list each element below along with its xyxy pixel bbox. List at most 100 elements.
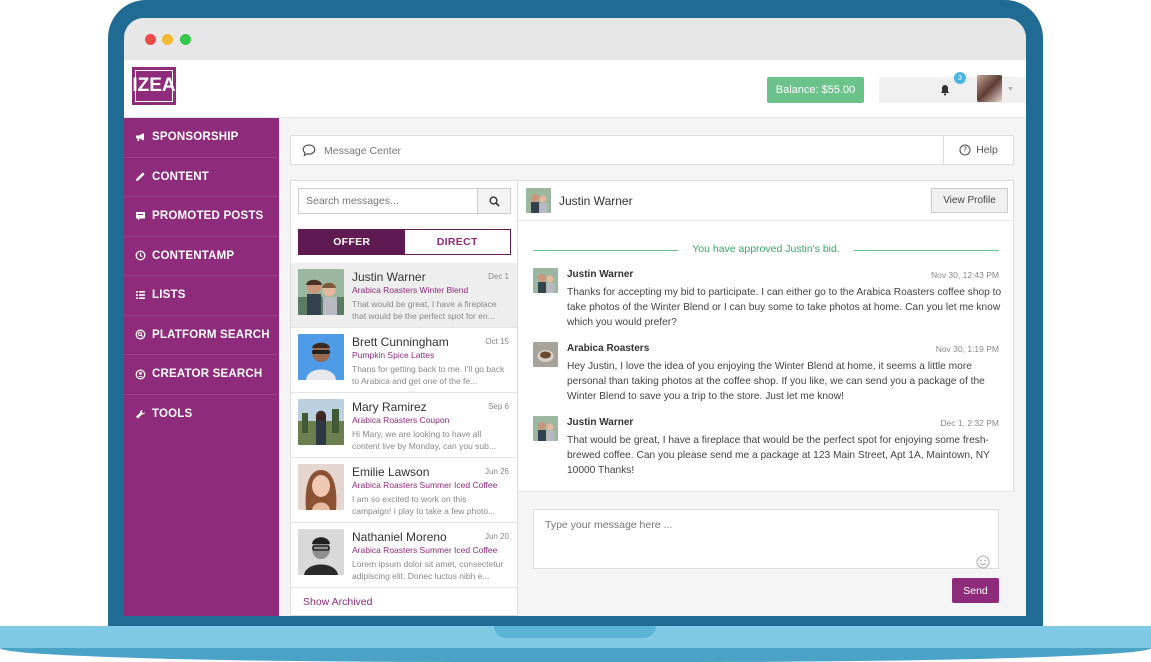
- view-profile-button[interactable]: View Profile: [931, 188, 1008, 213]
- sidebar-item-label: TOOLS: [152, 408, 193, 421]
- screen: IZEA Balance: $55.00 2 3 ▼ SPONSORSHIP: [124, 18, 1026, 616]
- sidebar-item-label: PLATFORM SEARCH: [152, 328, 270, 341]
- promoted-icon: [134, 210, 146, 222]
- conversation-preview: Hi Mary, we are looking to have all cont…: [352, 429, 496, 451]
- window-maximize-dot[interactable]: [180, 34, 191, 45]
- bell-icon: [940, 85, 950, 96]
- avatar: [298, 529, 344, 575]
- chat-header: Justin Warner View Profile: [518, 181, 1014, 221]
- show-archived-link[interactable]: Show Archived: [303, 596, 372, 608]
- megaphone-icon: [134, 131, 146, 143]
- pencil-icon: [134, 171, 146, 183]
- conversation-date: Jun 26: [484, 467, 509, 476]
- sidebar-item-creator-search[interactable]: CREATOR SEARCH: [124, 355, 279, 395]
- sidebar-item-label: PROMOTED POSTS: [152, 210, 264, 223]
- conversation-name: Emilie Lawson: [352, 465, 430, 479]
- sidebar-item-lists[interactable]: LISTS: [124, 276, 279, 316]
- search-circle-icon: [134, 329, 146, 341]
- message-sender: Justin Warner: [567, 417, 634, 428]
- conversation-preview: That would be great, I have a fireplace …: [352, 299, 497, 321]
- sidebar-item-label: CREATOR SEARCH: [152, 368, 263, 381]
- list-item[interactable]: Brett Cunningham Oct 15 Pumpkin Spice La…: [291, 328, 517, 393]
- chat-contact-name: Justin Warner: [559, 194, 633, 208]
- list-item[interactable]: Emilie Lawson Jun 26 Arabica Roasters Su…: [291, 458, 517, 523]
- send-button[interactable]: Send: [952, 578, 999, 603]
- search-button[interactable]: [477, 189, 510, 213]
- window-close-dot[interactable]: [145, 34, 156, 45]
- sidebar-item-contentamp[interactable]: CONTENTAMP: [124, 237, 279, 276]
- sidebar-item-label: LISTS: [152, 289, 186, 302]
- notifications-badge: 3: [954, 72, 966, 84]
- message-sender: Arabica Roasters: [567, 343, 650, 354]
- conversation-list-column: OFFER DIRECT Justin War: [291, 181, 518, 616]
- approved-text: You have approved Justin's bid.: [692, 243, 840, 255]
- conversation-date: Sep 6: [488, 402, 509, 411]
- message-center-title: Message Center: [324, 145, 402, 157]
- avatar: [533, 342, 558, 367]
- conversation-name: Nathaniel Moreno: [352, 530, 447, 544]
- izea-logo[interactable]: IZEA: [132, 67, 176, 105]
- laptop-notch: [494, 626, 656, 638]
- user-avatar[interactable]: [977, 75, 1002, 102]
- browser-bar: [124, 18, 1026, 60]
- avatar: [526, 188, 551, 213]
- message-input[interactable]: [533, 509, 999, 569]
- balance-button[interactable]: Balance: $55.00: [767, 77, 864, 103]
- list-item[interactable]: Mary Ramirez Sep 6 Arabica Roasters Coup…: [291, 393, 517, 458]
- avatar: [298, 464, 344, 510]
- emoji-icon[interactable]: [976, 555, 990, 574]
- sidebar-item-tools[interactable]: TOOLS: [124, 395, 279, 435]
- tab-offer[interactable]: OFFER: [299, 230, 405, 254]
- message-tabs: OFFER DIRECT: [298, 229, 511, 255]
- clock-icon: [134, 250, 146, 262]
- message-time: Nov 30, 1:19 PM: [935, 344, 999, 354]
- search-input[interactable]: [299, 189, 479, 213]
- chat-bubble-icon: [302, 144, 317, 162]
- conversation-campaign: Pumpkin Spice Lattes: [352, 350, 435, 360]
- avatar: [533, 268, 558, 293]
- messages-panel: OFFER DIRECT Justin War: [290, 180, 1014, 616]
- avatar: [298, 269, 344, 315]
- chevron-down-icon[interactable]: ▼: [1007, 86, 1014, 93]
- conversation-date: Dec 1: [488, 272, 509, 281]
- sidebar-item-content[interactable]: CONTENT: [124, 158, 279, 197]
- sidebar-item-platform-search[interactable]: PLATFORM SEARCH: [124, 316, 279, 355]
- chat-column: Justin Warner View Profile You have appr…: [518, 181, 1014, 616]
- conversation-campaign: Arabica Roasters Winter Blend: [352, 285, 469, 295]
- list-item[interactable]: Justin Warner Dec 1 Arabica Roasters Win…: [291, 263, 517, 328]
- sidebar-item-promoted-posts[interactable]: PROMOTED POSTS: [124, 197, 279, 237]
- list-item[interactable]: Nathaniel Moreno Jun 20 Arabica Roasters…: [291, 523, 517, 588]
- laptop-base-bottom: [0, 648, 1151, 662]
- laptop-base: [0, 626, 1151, 662]
- message-text: That would be great, I have a fireplace …: [567, 435, 990, 476]
- compose-area: Send: [518, 491, 1014, 616]
- sidebar-item-label: CONTENTAMP: [152, 249, 235, 262]
- conversation-campaign: Arabica Roasters Summer Iced Coffee: [352, 480, 498, 490]
- wrench-icon: [134, 408, 146, 420]
- list-icon: [134, 289, 146, 301]
- message-time: Dec 1, 2:32 PM: [940, 418, 999, 428]
- conversation-date: Oct 15: [485, 337, 509, 346]
- divider: [854, 250, 999, 251]
- conversation-list: Justin Warner Dec 1 Arabica Roasters Win…: [291, 263, 517, 588]
- message-text: Hey Justin, I love the idea of you enjoy…: [567, 361, 985, 402]
- sidebar: SPONSORSHIP CONTENT PROMOTED POSTS CONTE…: [124, 118, 279, 616]
- avatar: [533, 416, 558, 441]
- search-icon: [488, 195, 500, 207]
- approved-banner: You have approved Justin's bid.: [533, 243, 999, 257]
- sidebar-item-label: SPONSORSHIP: [152, 131, 239, 144]
- search-box: [298, 188, 511, 214]
- window-minimize-dot[interactable]: [162, 34, 173, 45]
- conversation-campaign: Arabica Roasters Coupon: [352, 415, 450, 425]
- sidebar-item-label: CONTENT: [152, 170, 209, 183]
- help-button[interactable]: ? Help: [943, 136, 1013, 164]
- svg-text:?: ?: [963, 146, 967, 155]
- conversation-name: Justin Warner: [352, 270, 426, 284]
- conversation-campaign: Arabica Roasters Summer Iced Coffee: [352, 545, 498, 555]
- tab-direct[interactable]: DIRECT: [404, 230, 510, 254]
- user-circle-icon: [134, 368, 146, 380]
- avatar: [298, 399, 344, 445]
- sidebar-item-sponsorship[interactable]: SPONSORSHIP: [124, 118, 279, 158]
- help-label: Help: [976, 144, 998, 156]
- notifications-button[interactable]: 3: [928, 72, 966, 103]
